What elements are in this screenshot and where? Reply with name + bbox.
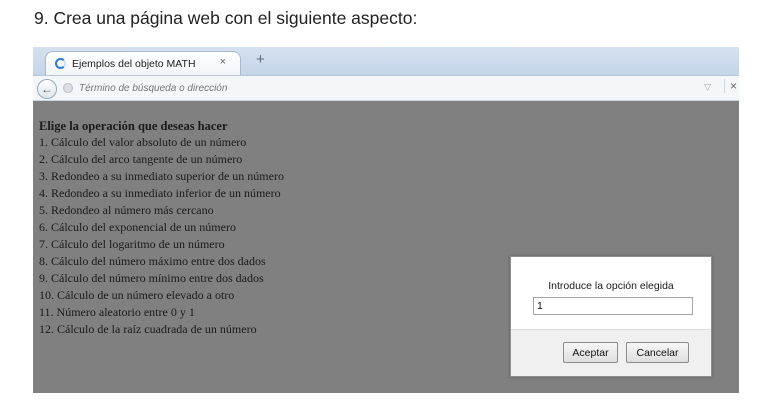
globe-icon — [63, 83, 73, 93]
back-button[interactable]: ← — [37, 79, 57, 99]
option-item: 6. Cálculo del exponencial de un número — [39, 220, 236, 234]
close-tab-icon[interactable]: × — [220, 56, 226, 68]
dialog-buttons: Aceptar Cancelar — [511, 329, 711, 376]
option-input[interactable] — [533, 297, 693, 315]
arrow-left-icon: ← — [41, 82, 53, 96]
option-item: 1. Cálculo del valor absoluto de un núme… — [39, 135, 247, 149]
address-input[interactable] — [79, 81, 699, 97]
dialog-body: Introduce la opción elegida — [511, 257, 711, 329]
prompt-message: Introduce la opción elegida — [548, 280, 674, 292]
exercise-heading: 9. Crea una página web con el siguiente … — [34, 8, 418, 28]
menu-title: Elige la operación que deseas hacer — [39, 119, 228, 133]
option-item: 7. Cálculo del logaritmo de un número — [39, 237, 225, 251]
option-item: 5. Redondeo al número más cercano — [39, 203, 214, 217]
option-item: 4. Redondeo a su inmediato inferior de u… — [39, 186, 281, 200]
prompt-dialog: Introduce la opción elegida Aceptar Canc… — [510, 256, 712, 377]
option-item: 3. Redondeo a su inmediato superior de u… — [39, 169, 284, 183]
new-tab-icon[interactable]: + — [256, 52, 265, 68]
cancel-button[interactable]: Cancelar — [626, 342, 689, 363]
tab-ejemplos[interactable]: Ejemplos del objeto MATH × — [45, 51, 241, 75]
navigation-bar: ← ▽ × — [33, 75, 739, 101]
dropdown-arrow-icon[interactable]: ▽ — [704, 82, 711, 93]
accept-button[interactable]: Aceptar — [563, 342, 618, 363]
browser-window: Ejemplos del objeto MATH × + ← ▽ × Elige… — [33, 47, 739, 393]
loading-spinner-icon — [55, 58, 66, 69]
tab-bar: Ejemplos del objeto MATH × + — [33, 47, 739, 75]
option-item: 2. Cálculo del arco tangente de un númer… — [39, 152, 243, 166]
stop-icon[interactable]: × — [723, 79, 737, 93]
tab-title: Ejemplos del objeto MATH — [72, 57, 196, 70]
